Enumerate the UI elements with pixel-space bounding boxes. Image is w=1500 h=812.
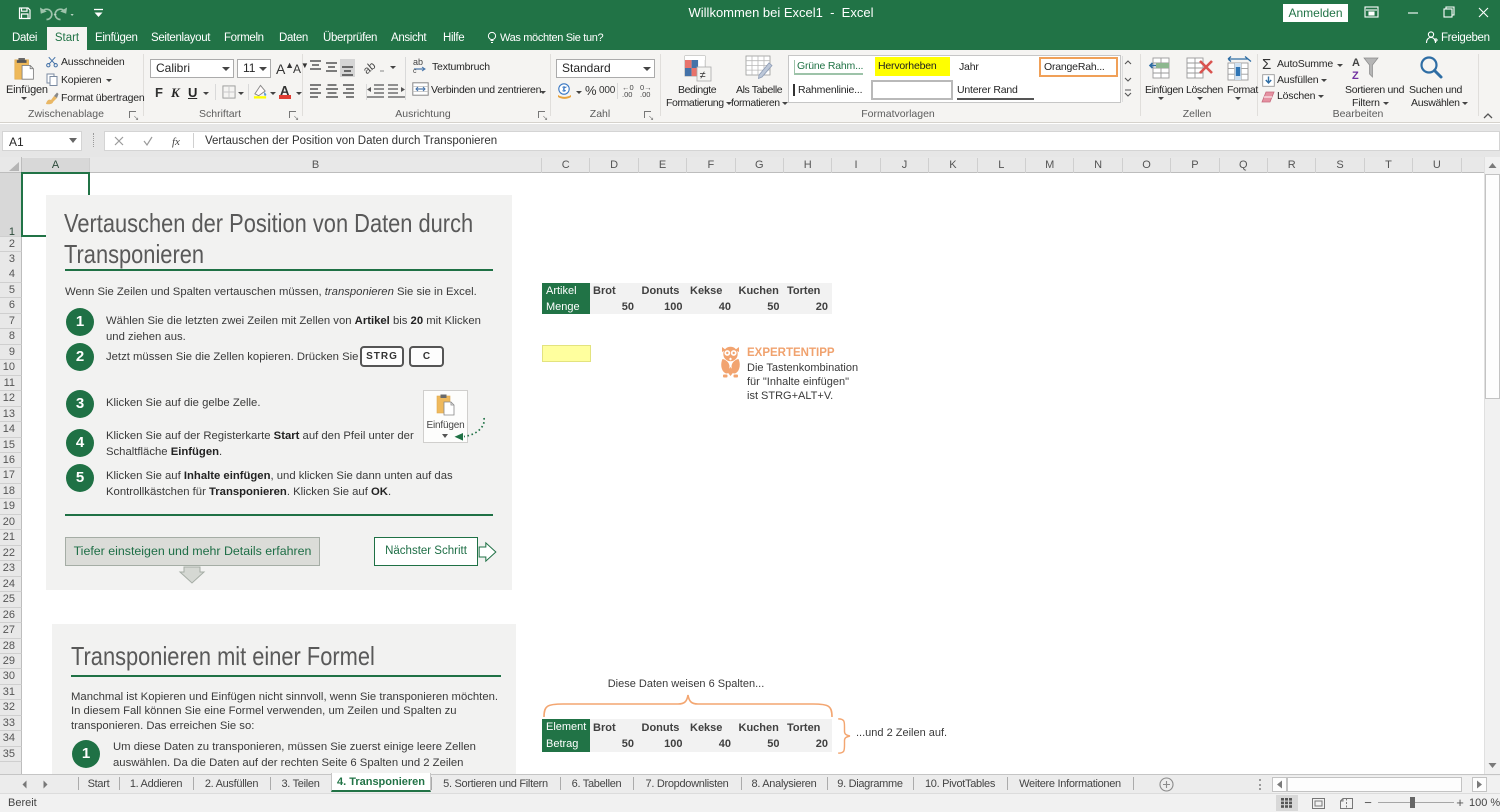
svg-text:ab: ab [413, 57, 423, 67]
svg-text:fx: fx [172, 136, 180, 148]
svg-text:≠: ≠ [700, 70, 706, 82]
svg-text:.00: .00 [640, 90, 650, 99]
svg-text:A: A [1352, 57, 1360, 69]
svg-text:c: c [413, 68, 417, 75]
svg-text:.00: .00 [622, 90, 632, 99]
svg-text:Z: Z [1352, 70, 1359, 82]
